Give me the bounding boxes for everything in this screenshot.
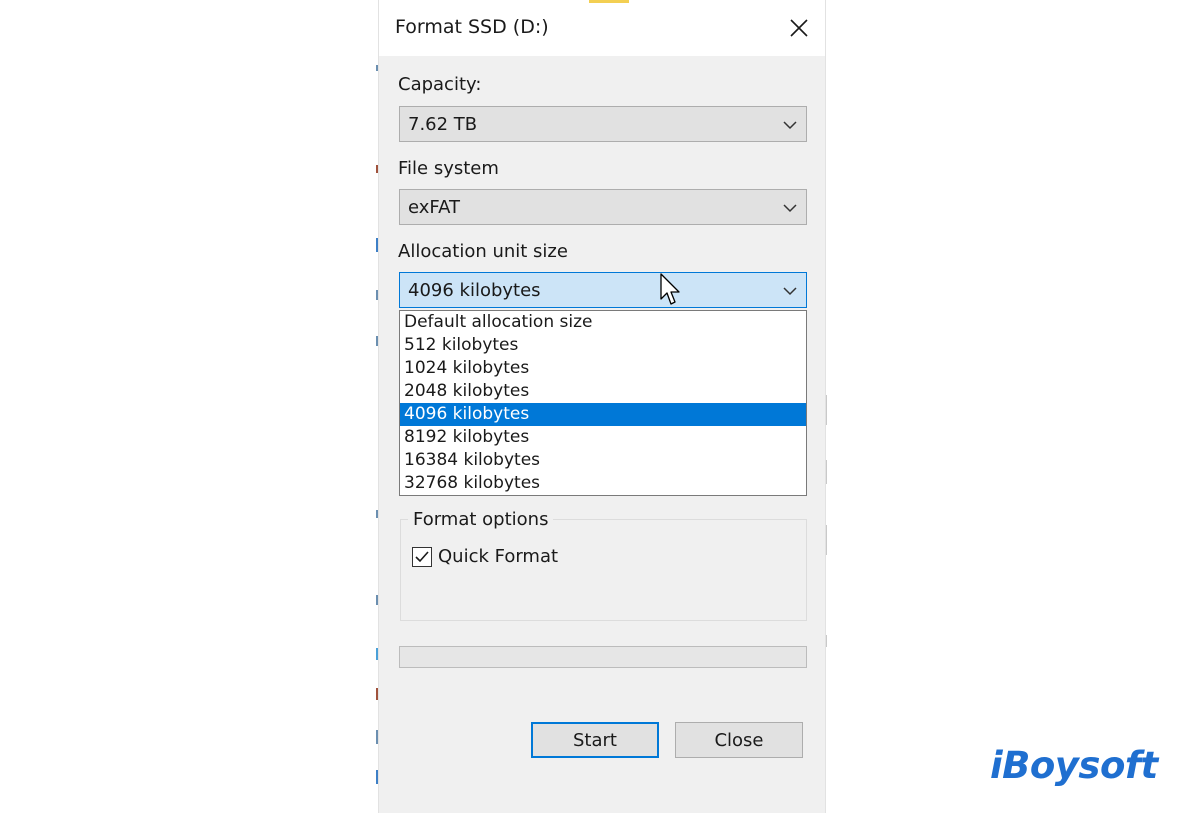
capacity-select[interactable]: 7.62 TB [399, 106, 807, 142]
mouse-cursor-icon [660, 273, 680, 305]
allocation-option[interactable]: 8192 kilobytes [400, 426, 806, 449]
chevron-down-icon [783, 121, 797, 130]
format-progress-bar [399, 646, 807, 668]
quick-format-option[interactable]: Quick Format [412, 546, 558, 567]
checkmark-icon [415, 550, 429, 562]
capacity-label: Capacity: [398, 74, 482, 95]
allocation-unit-select[interactable]: 4096 kilobytes [399, 272, 807, 308]
format-options-group [400, 519, 807, 621]
allocation-option[interactable]: 4096 kilobytes [400, 403, 806, 426]
brand-name: iBoysoft [990, 744, 1158, 787]
allocation-unit-label: Allocation unit size [398, 241, 568, 262]
allocation-option[interactable]: 1024 kilobytes [400, 357, 806, 380]
close-button[interactable]: Close [675, 722, 803, 758]
allocation-option[interactable]: 16384 kilobytes [400, 449, 806, 472]
allocation-unit-value: 4096 kilobytes [408, 280, 541, 301]
title-bar: Format SSD (D:) [379, 0, 825, 56]
allocation-option[interactable]: Default allocation size [400, 311, 806, 334]
file-system-value: exFAT [408, 197, 461, 218]
file-system-label: File system [398, 158, 499, 179]
brand-logo: iBoysoft [990, 738, 1170, 794]
capacity-value: 7.62 TB [408, 114, 478, 135]
close-icon [790, 19, 808, 37]
allocation-dropdown-list: Default allocation size 512 kilobytes 1024… [399, 310, 807, 496]
allocation-option[interactable]: 512 kilobytes [400, 334, 806, 357]
file-system-select[interactable]: exFAT [399, 189, 807, 225]
chevron-down-icon [783, 287, 797, 296]
format-dialog: Format SSD (D:) Capacity: 7.62 TB File s… [378, 0, 826, 813]
quick-format-checkbox[interactable] [412, 546, 432, 567]
window-title: Format SSD (D:) [395, 16, 549, 38]
allocation-option[interactable]: 2048 kilobytes [400, 380, 806, 403]
start-button[interactable]: Start [531, 722, 659, 758]
quick-format-label: Quick Format [438, 546, 559, 567]
close-window-button[interactable] [781, 10, 817, 46]
title-accent [589, 0, 629, 3]
chevron-down-icon [783, 204, 797, 213]
screenshot-stage: Format SSD (D:) Capacity: 7.62 TB File s… [0, 0, 1200, 813]
allocation-option[interactable]: 32768 kilobytes [400, 472, 806, 495]
format-options-legend: Format options [408, 509, 554, 530]
